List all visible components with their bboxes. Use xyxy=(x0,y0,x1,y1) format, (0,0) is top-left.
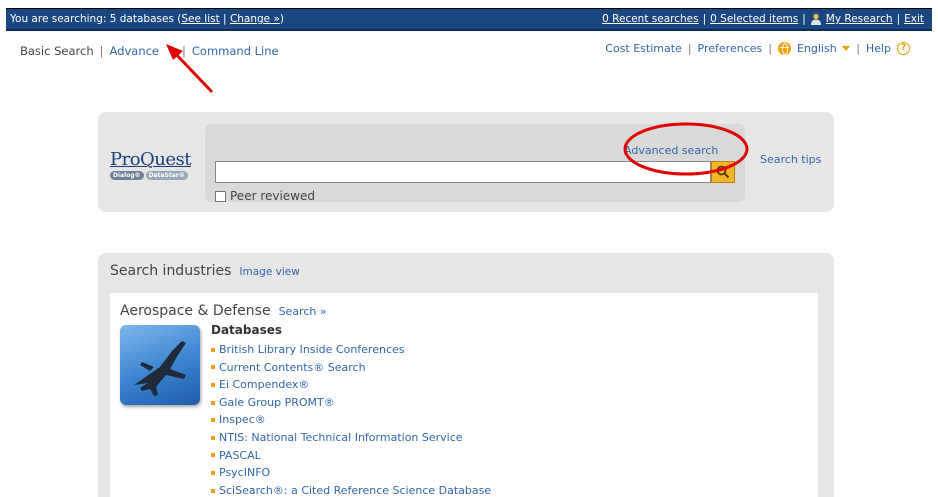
language-selector[interactable]: English xyxy=(796,42,851,55)
industries-title: Search industries xyxy=(110,263,232,279)
top-status-bar: You are searching: 5 databases (See list… xyxy=(6,9,932,31)
fighter-jet-image[interactable] xyxy=(120,325,200,405)
language-label: English xyxy=(796,42,837,55)
list-item[interactable]: British Library Inside Conferences xyxy=(211,341,491,359)
logo-subbrands: Dialog® DataStar® xyxy=(110,171,194,180)
database-list: British Library Inside Conferences Curre… xyxy=(211,341,491,497)
database-link[interactable]: PsycINFO xyxy=(219,464,270,482)
peer-reviewed-label: Peer reviewed xyxy=(230,189,316,203)
proquest-logo: ProQuest Dialog® DataStar® xyxy=(110,149,194,189)
list-item[interactable]: PASCAL xyxy=(211,447,491,465)
preferences-link[interactable]: Preferences xyxy=(698,42,763,55)
see-list-link[interactable]: See list xyxy=(181,13,219,25)
image-view-link[interactable]: Image view xyxy=(239,266,299,278)
utility-nav: Cost Estimate | Preferences | English | … xyxy=(605,42,910,55)
advanced-tab-label: Advance xyxy=(109,44,160,58)
database-link[interactable]: Ei Compendex® xyxy=(219,376,309,394)
separator: | xyxy=(856,42,860,55)
selected-items-link[interactable]: 0 Selected items xyxy=(710,13,798,25)
separator: | xyxy=(702,13,707,25)
list-item[interactable]: Gale Group PROMT® xyxy=(211,394,491,412)
separator: | xyxy=(99,44,104,58)
basic-search-tab[interactable]: Basic Search xyxy=(20,44,94,58)
database-link[interactable]: SciSearch®: a Cited Reference Science Da… xyxy=(219,482,491,497)
command-line-tab[interactable]: Command Line xyxy=(192,44,279,58)
bullet-icon xyxy=(211,347,215,352)
separator: | xyxy=(687,42,692,55)
logo-datastar: DataStar® xyxy=(145,171,188,180)
search-box-area: Advanced search Peer reviewed xyxy=(205,124,745,203)
industry-search-link[interactable]: Search » xyxy=(279,305,327,318)
recent-searches-link[interactable]: 0 Recent searches xyxy=(602,13,698,25)
database-link[interactable]: NTIS: National Technical Information Ser… xyxy=(219,429,463,447)
bullet-icon xyxy=(211,488,215,493)
bullet-icon xyxy=(211,470,215,475)
database-link[interactable]: Current Contents® Search xyxy=(219,359,366,377)
industry-card: Aerospace & Defense Search » Databases B… xyxy=(110,293,818,497)
help-icon[interactable]: ? xyxy=(897,42,910,55)
separator: | xyxy=(896,13,901,25)
magnifier-icon xyxy=(716,165,730,179)
exit-link[interactable]: Exit xyxy=(904,13,924,25)
databases-heading: Databases xyxy=(211,323,283,337)
search-mode-nav: Basic Search | Advance | Command Line xyxy=(20,44,279,58)
database-link[interactable]: Gale Group PROMT® xyxy=(219,394,335,412)
help-link[interactable]: Help xyxy=(866,42,891,55)
advanced-search-link[interactable]: Advanced search xyxy=(624,144,718,157)
search-tips-link[interactable]: Search tips xyxy=(760,153,821,166)
my-research-link[interactable]: My Research xyxy=(826,13,893,25)
database-link[interactable]: PASCAL xyxy=(219,447,261,465)
bullet-icon xyxy=(211,400,215,405)
bullet-icon xyxy=(211,365,215,370)
bullet-icon xyxy=(211,453,215,458)
logo-wordmark: ProQuest xyxy=(110,149,192,170)
list-item[interactable]: Current Contents® Search xyxy=(211,359,491,377)
industry-name: Aerospace & Defense xyxy=(120,303,271,319)
search-industries-panel: Search industries Image view Aerospace &… xyxy=(98,253,834,497)
searching-text: You are searching: 5 databases ( xyxy=(10,13,182,25)
list-item[interactable]: NTIS: National Technical Information Ser… xyxy=(211,429,491,447)
separator: | xyxy=(219,13,230,25)
industry-header: Aerospace & Defense Search » xyxy=(120,303,327,319)
bullet-icon xyxy=(211,435,215,440)
list-item[interactable]: PsycINFO xyxy=(211,464,491,482)
database-link[interactable]: British Library Inside Conferences xyxy=(219,341,405,359)
close-paren: ) xyxy=(279,13,285,25)
user-icon xyxy=(810,13,821,25)
separator: | xyxy=(768,42,772,55)
change-databases-link[interactable]: Change » xyxy=(230,13,280,25)
peer-reviewed-checkbox[interactable] xyxy=(215,190,226,202)
separator: | xyxy=(802,13,806,25)
list-item[interactable]: SciSearch®: a Cited Reference Science Da… xyxy=(211,482,491,497)
peer-reviewed-option[interactable]: Peer reviewed xyxy=(215,189,315,203)
bullet-icon xyxy=(211,382,215,387)
search-input[interactable] xyxy=(215,161,711,183)
advanced-search-tab[interactable]: Advance xyxy=(110,44,177,58)
dropdown-caret-icon xyxy=(842,46,851,51)
jet-icon xyxy=(134,341,186,396)
logo-dialog: Dialog® xyxy=(110,171,144,180)
bullet-icon xyxy=(211,418,215,423)
topbar-right-links: 0 Recent searches | 0 Selected items | M… xyxy=(602,13,924,25)
searching-status: You are searching: 5 databases (See list… xyxy=(10,13,284,25)
database-link[interactable]: Inspec® xyxy=(219,411,266,429)
industries-header: Search industries Image view xyxy=(110,263,300,279)
cost-estimate-link[interactable]: Cost Estimate xyxy=(605,42,682,55)
globe-icon xyxy=(777,42,791,55)
separator: | xyxy=(182,44,186,58)
list-item[interactable]: Inspec® xyxy=(211,411,491,429)
search-button[interactable] xyxy=(711,161,735,183)
search-panel: ProQuest Dialog® DataStar® Advanced sear… xyxy=(98,112,834,212)
dropdown-caret-icon xyxy=(168,49,177,54)
list-item[interactable]: Ei Compendex® xyxy=(211,376,491,394)
